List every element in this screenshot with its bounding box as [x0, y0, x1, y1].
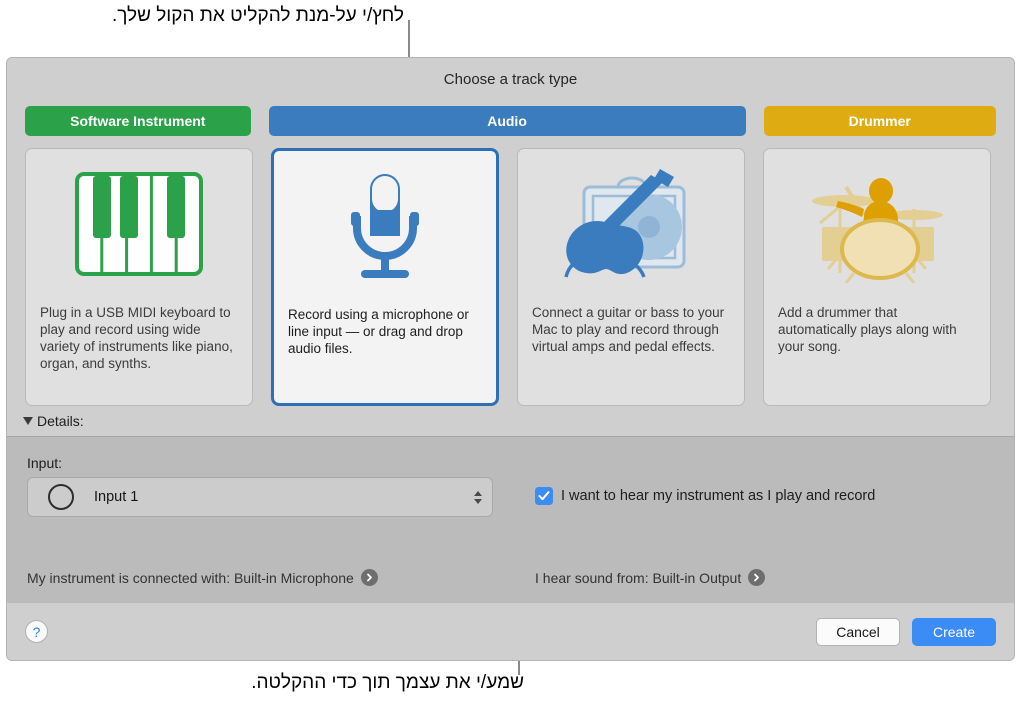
chevron-right-icon-input[interactable] [360, 569, 378, 586]
details-disclosure[interactable]: Details: [23, 413, 84, 429]
monitor-checkbox-row[interactable]: I want to hear my instrument as I play a… [535, 487, 875, 505]
footer-actions: Cancel Create [816, 617, 996, 646]
card-audio-description: Record using a microphone or line input … [288, 307, 469, 356]
monitor-checkbox[interactable] [535, 487, 553, 505]
tab-software-instrument-label: Software Instrument [70, 113, 206, 129]
drummer-icon [802, 165, 952, 288]
callout-bottom-text: שמע/י את עצמך תוך כדי ההקלטה. [251, 672, 524, 693]
help-button[interactable]: ? [25, 620, 48, 643]
card-audio-art [274, 151, 496, 306]
dialog-footer: ? Cancel Create [7, 603, 1014, 660]
input-select-value: Input 1 [94, 489, 139, 505]
dialog-title: Choose a track type [443, 71, 578, 88]
track-type-cards: Plug in a USB MIDI keyboard to play and … [25, 148, 996, 406]
piano-keyboard-icon [75, 172, 203, 281]
chevron-right-icon-output[interactable] [748, 569, 766, 586]
card-guitar-art [518, 149, 744, 304]
card-guitar[interactable]: Connect a guitar or bass to your Mac to … [517, 148, 745, 406]
card-software-instrument-art [26, 149, 252, 304]
stepper-icon [474, 490, 482, 504]
card-guitar-description: Connect a guitar or bass to your Mac to … [532, 305, 725, 354]
tab-audio-label: Audio [487, 113, 527, 129]
callout-top-text: לחץ/י על-מנת להקליט את הקול שלך. [111, 5, 404, 26]
card-drummer[interactable]: Add a drummer that automatically plays a… [763, 148, 991, 406]
guitar-amp-icon [556, 165, 706, 288]
card-audio[interactable]: Record using a microphone or line input … [271, 148, 499, 406]
details-panel: Input: Input 1 I want to hear my instrum… [7, 436, 1014, 604]
card-drummer-art [764, 149, 990, 304]
card-software-instrument[interactable]: Plug in a USB MIDI keyboard to play and … [25, 148, 253, 406]
status-sound-output-label: I hear sound from: Built-in Output [535, 569, 742, 586]
new-track-dialog: Choose a track type Software Instrument … [6, 57, 1015, 661]
card-software-instrument-description: Plug in a USB MIDI keyboard to play and … [40, 305, 233, 371]
status-instrument-connection-label: My instrument is connected with: Built-i… [27, 569, 354, 586]
card-drummer-description: Add a drummer that automatically plays a… [778, 305, 957, 354]
status-sound-output: I hear sound from: Built-in Output [535, 569, 766, 586]
input-select[interactable]: Input 1 [27, 477, 493, 517]
chevron-down-icon [23, 417, 33, 425]
status-instrument-connection: My instrument is connected with: Built-i… [27, 569, 378, 586]
mono-circle-icon [48, 484, 74, 510]
create-button[interactable]: Create [912, 617, 996, 646]
monitor-checkbox-label: I want to hear my instrument as I play a… [561, 488, 876, 504]
tab-drummer-label: Drummer [848, 113, 911, 129]
tab-software-instrument[interactable]: Software Instrument [25, 106, 251, 136]
tab-audio[interactable]: Audio [268, 106, 746, 136]
details-disclosure-label: Details: [37, 413, 84, 429]
track-type-tabs: Software Instrument Audio Drummer [25, 106, 997, 136]
input-label: Input: [27, 455, 63, 471]
cancel-button[interactable]: Cancel [816, 617, 900, 646]
microphone-icon [341, 170, 429, 287]
tab-drummer[interactable]: Drummer [763, 106, 997, 136]
screenshot-root: לחץ/י על-מנת להקליט את הקול שלך. שמע/י א… [0, 0, 1021, 721]
